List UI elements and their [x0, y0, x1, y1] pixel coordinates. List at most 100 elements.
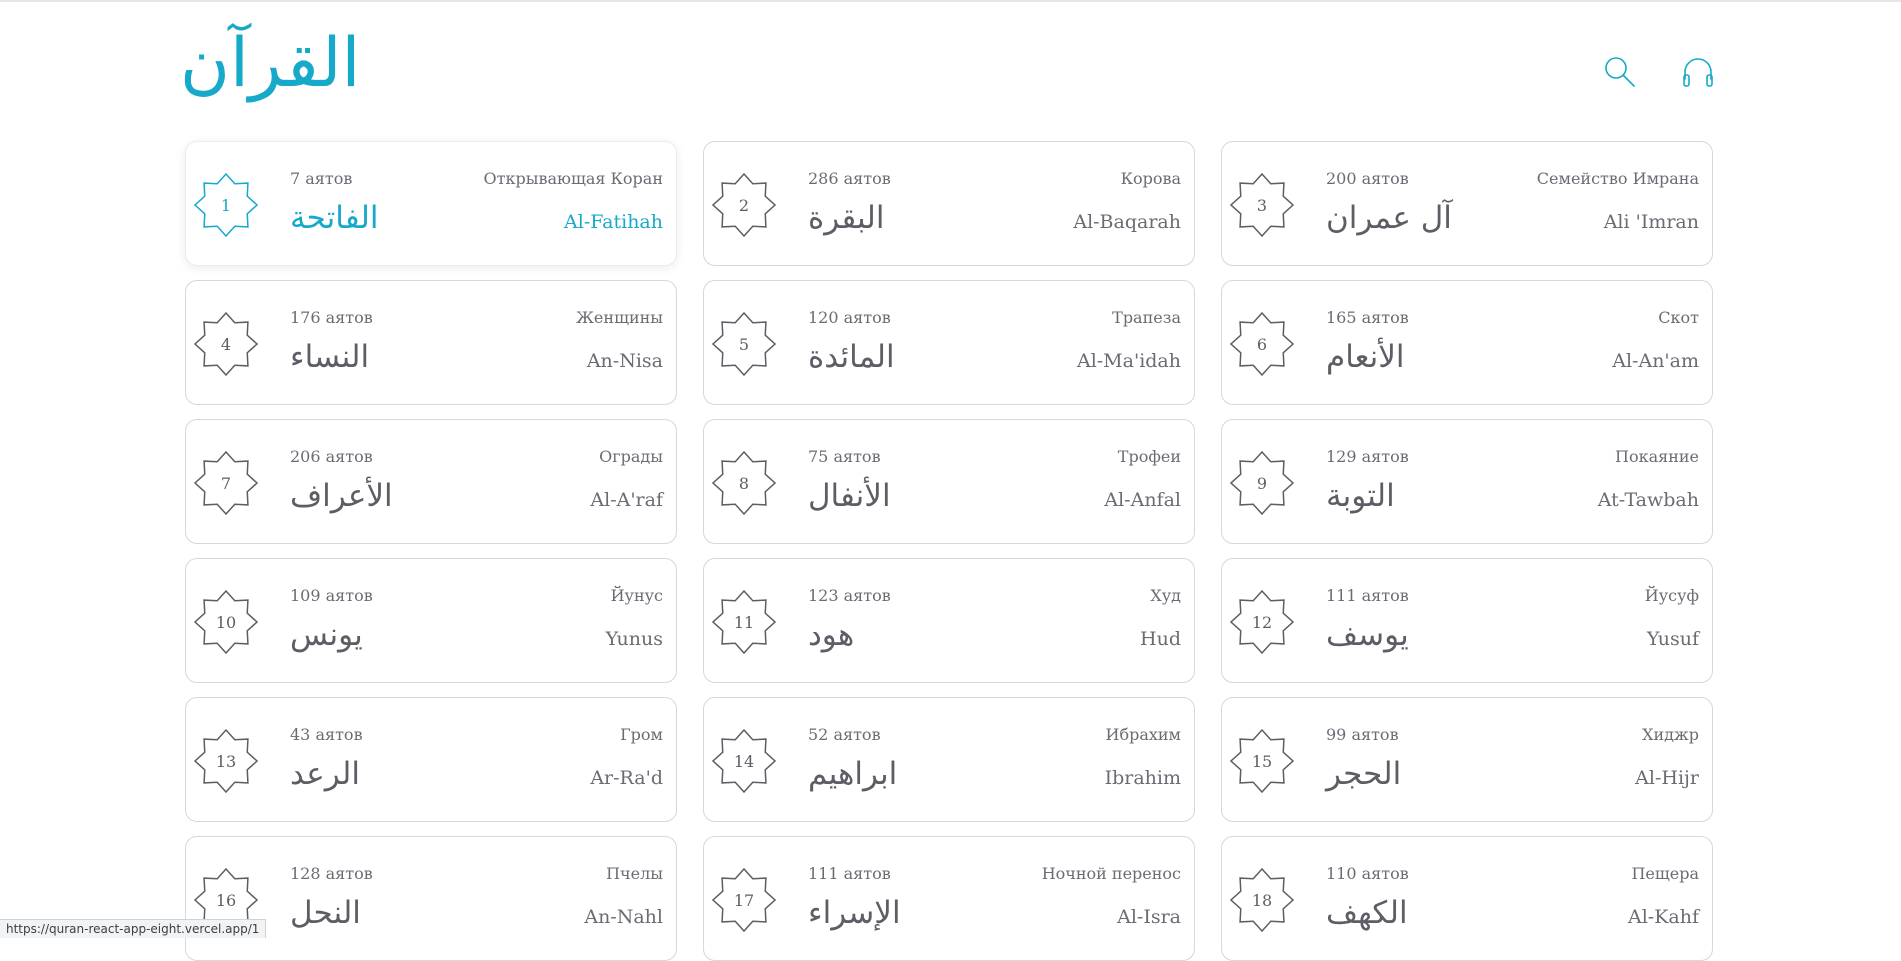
surah-ayah-count: 109 аятов: [290, 586, 373, 605]
surah-number-badge: 11: [712, 590, 776, 654]
surah-card[interactable]: 15 99 аятов Хиджр الحجر Al-Hijr: [1221, 697, 1713, 822]
surah-latin-name: At-Tawbah: [1597, 489, 1699, 511]
surah-card[interactable]: 13 43 аятов Гром الرعد Ar-Ra'd: [185, 697, 677, 822]
surah-latin-name: Ali 'Imran: [1603, 211, 1699, 233]
surah-number: 15: [1251, 751, 1273, 771]
surah-number: 3: [1256, 195, 1268, 215]
surah-arabic-name: الرعد: [290, 756, 360, 792]
surah-card[interactable]: 6 165 аятов Скот الأنعام Al-An'am: [1221, 280, 1713, 405]
surah-latin-name: Al-Fatihah: [564, 211, 663, 233]
surah-arabic-name: هود: [808, 617, 855, 653]
audio-button[interactable]: [1678, 52, 1718, 92]
surah-latin-name: Al-An'am: [1612, 350, 1699, 372]
surah-ayah-count: 43 аятов: [290, 725, 363, 744]
surah-arabic-name: يونس: [290, 617, 363, 653]
surah-arabic-name: البقرة: [808, 200, 885, 236]
surah-number-badge: 9: [1230, 451, 1294, 515]
surah-translation: Ограды: [599, 447, 663, 466]
surah-arabic-name: الأعراف: [290, 478, 393, 514]
status-bar-url: https://quran-react-app-eight.vercel.app…: [0, 919, 267, 938]
surah-number: 6: [1256, 334, 1268, 354]
surah-latin-name: Al-Baqarah: [1073, 211, 1181, 233]
surah-number-badge: 8: [712, 451, 776, 515]
surah-translation: Гром: [620, 725, 663, 744]
surah-arabic-name: الحجر: [1326, 756, 1402, 792]
surah-number-badge: 10: [194, 590, 258, 654]
surah-arabic-name: يوسف: [1326, 617, 1409, 653]
surah-number: 12: [1251, 612, 1273, 632]
surah-card[interactable]: 10 109 аятов Йунус يونس Yunus: [185, 558, 677, 683]
surah-ayah-count: 165 аятов: [1326, 308, 1409, 327]
surah-number-badge: 14: [712, 729, 776, 793]
surah-number-badge: 15: [1230, 729, 1294, 793]
surah-ayah-count: 129 аятов: [1326, 447, 1409, 466]
surah-card[interactable]: 18 110 аятов Пещера الكهف Al-Kahf: [1221, 836, 1713, 961]
header: القرآن: [0, 0, 1901, 140]
surah-latin-name: Ar-Ra'd: [590, 767, 663, 789]
surah-number-badge: 5: [712, 312, 776, 376]
surah-ayah-count: 120 аятов: [808, 308, 891, 327]
surah-translation: Пчелы: [606, 864, 663, 883]
surah-number: 13: [215, 751, 237, 771]
surah-ayah-count: 206 аятов: [290, 447, 373, 466]
surah-card[interactable]: 1 7 аятов Открывающая Коран الفاتحة Al-Fatih…: [185, 141, 677, 266]
surah-number-badge: 3: [1230, 173, 1294, 237]
surah-number: 9: [1256, 473, 1268, 493]
app-logo[interactable]: القرآن: [180, 30, 360, 98]
surah-translation: Покаяние: [1614, 447, 1699, 466]
surah-card[interactable]: 14 52 аятов Ибрахим ابراهيم Ibrahim: [703, 697, 1195, 822]
surah-number: 1: [220, 195, 232, 215]
surah-ayah-count: 123 аятов: [808, 586, 891, 605]
surah-number: 2: [738, 195, 750, 215]
surah-card[interactable]: 16 128 аятов Пчелы النحل An-Nahl: [185, 836, 677, 961]
surah-card[interactable]: 4 176 аятов Женщины النساء An-Nisa: [185, 280, 677, 405]
surah-ayah-count: 200 аятов: [1326, 169, 1409, 188]
surah-arabic-name: الأنعام: [1326, 339, 1405, 375]
surah-translation: Йунус: [610, 586, 663, 605]
surah-card[interactable]: 3 200 аятов Семейство Имрана آل عمران Ali 'I…: [1221, 141, 1713, 266]
surah-arabic-name: ابراهيم: [808, 756, 898, 792]
surah-card[interactable]: 9 129 аятов Покаяние التوبة At-Tawbah: [1221, 419, 1713, 544]
surah-arabic-name: الكهف: [1326, 895, 1408, 931]
surah-translation: Женщины: [575, 308, 663, 327]
surah-arabic-name: المائدة: [808, 339, 895, 375]
surah-latin-name: Hud: [1140, 628, 1181, 650]
surah-latin-name: Al-A'raf: [590, 489, 663, 511]
surah-number: 17: [733, 890, 755, 910]
surah-card[interactable]: 2 286 аятов Корова البقرة Al-Baqarah: [703, 141, 1195, 266]
surah-card[interactable]: 11 123 аятов Худ هود Hud: [703, 558, 1195, 683]
surah-number: 5: [738, 334, 750, 354]
surah-card[interactable]: 7 206 аятов Ограды الأعراف Al-A'raf: [185, 419, 677, 544]
surah-arabic-name: الفاتحة: [290, 200, 379, 236]
surah-translation: Корова: [1120, 169, 1181, 188]
surah-translation: Пещера: [1631, 864, 1699, 883]
surah-card[interactable]: 12 111 аятов Йусуф يوسف Yusuf: [1221, 558, 1713, 683]
surah-ayah-count: 75 аятов: [808, 447, 881, 466]
surah-arabic-name: النساء: [290, 339, 370, 375]
surah-latin-name: Ibrahim: [1104, 767, 1181, 789]
surah-ayah-count: 110 аятов: [1326, 864, 1409, 883]
surah-card[interactable]: 17 111 аятов Ночной перенос الإسراء Al-Isra: [703, 836, 1195, 961]
surah-latin-name: Al-Kahf: [1627, 906, 1699, 928]
surah-number-badge: 2: [712, 173, 776, 237]
surah-translation: Ночной перенос: [1041, 864, 1181, 883]
surah-number: 4: [220, 334, 232, 354]
surah-latin-name: An-Nahl: [584, 906, 663, 928]
surah-card[interactable]: 8 75 аятов Трофеи الأنفال Al-Anfal: [703, 419, 1195, 544]
surah-ayah-count: 128 аятов: [290, 864, 373, 883]
surah-number-badge: 4: [194, 312, 258, 376]
surah-number-badge: 18: [1230, 868, 1294, 932]
surah-latin-name: Al-Ma'idah: [1076, 350, 1181, 372]
surah-translation: Хиджр: [1642, 725, 1699, 744]
surah-ayah-count: 99 аятов: [1326, 725, 1399, 744]
surah-translation: Йусуф: [1644, 586, 1699, 605]
surah-ayah-count: 176 аятов: [290, 308, 373, 327]
surah-ayah-count: 286 аятов: [808, 169, 891, 188]
surah-translation: Открывающая Коран: [483, 169, 663, 188]
surah-number: 18: [1251, 890, 1273, 910]
surah-card[interactable]: 5 120 аятов Трапеза المائدة Al-Ma'idah: [703, 280, 1195, 405]
search-button[interactable]: [1600, 52, 1640, 92]
surah-ayah-count: 111 аятов: [808, 864, 891, 883]
surah-ayah-count: 7 аятов: [290, 169, 353, 188]
surah-number: 7: [220, 473, 232, 493]
